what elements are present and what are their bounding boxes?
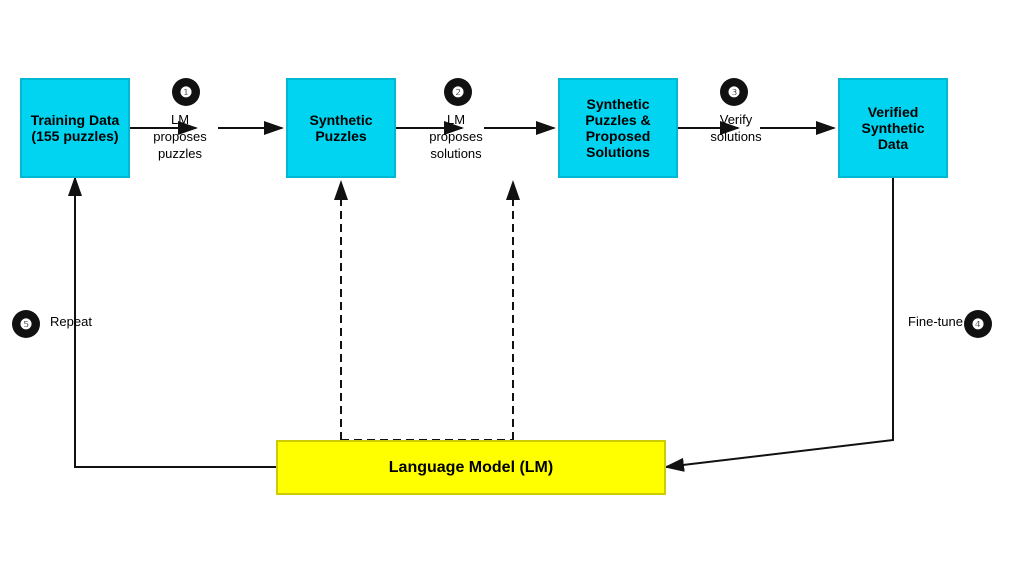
- step-1-text: LMproposespuzzles: [153, 112, 206, 161]
- synthetic-proposed-box: Synthetic Puzzles & Proposed Solutions: [558, 78, 678, 178]
- step-5-text: Repeat: [50, 314, 92, 329]
- step-4-circle: ❹: [964, 310, 992, 338]
- language-model-label: Language Model (LM): [389, 459, 553, 477]
- step-5-label: Repeat: [46, 314, 96, 331]
- verified-synthetic-label: Verified Synthetic Data: [848, 104, 938, 152]
- training-data-box: Training Data (155 puzzles): [20, 78, 130, 178]
- verified-synthetic-box: Verified Synthetic Data: [838, 78, 948, 178]
- step-3-label: Verifysolutions: [706, 112, 766, 146]
- step-4-text: Fine-tune: [908, 314, 963, 329]
- step-2-number: ❷: [452, 84, 465, 101]
- step-1-number: ❶: [180, 84, 193, 101]
- step-4-number: ❹: [972, 316, 985, 333]
- step-3-number: ❸: [728, 84, 741, 101]
- step-3-circle: ❸: [720, 78, 748, 106]
- diagram-container: Training Data (155 puzzles) Synthetic Pu…: [0, 0, 1024, 576]
- step-3-text: Verifysolutions: [710, 112, 761, 144]
- step-1-label: LMproposespuzzles: [150, 112, 210, 163]
- step-2-circle: ❷: [444, 78, 472, 106]
- step-4-label: Fine-tune: [908, 314, 963, 331]
- step-2-label: LMproposessolutions: [422, 112, 490, 163]
- step-5-circle: ❺: [12, 310, 40, 338]
- step-2-text: LMproposessolutions: [429, 112, 482, 161]
- synthetic-puzzles-label: Synthetic Puzzles: [296, 112, 386, 144]
- step-1-circle: ❶: [172, 78, 200, 106]
- language-model-box: Language Model (LM): [276, 440, 666, 495]
- training-data-label: Training Data (155 puzzles): [30, 112, 120, 144]
- step-5-number: ❺: [20, 316, 33, 333]
- synthetic-proposed-label: Synthetic Puzzles & Proposed Solutions: [568, 96, 668, 160]
- synthetic-puzzles-box: Synthetic Puzzles: [286, 78, 396, 178]
